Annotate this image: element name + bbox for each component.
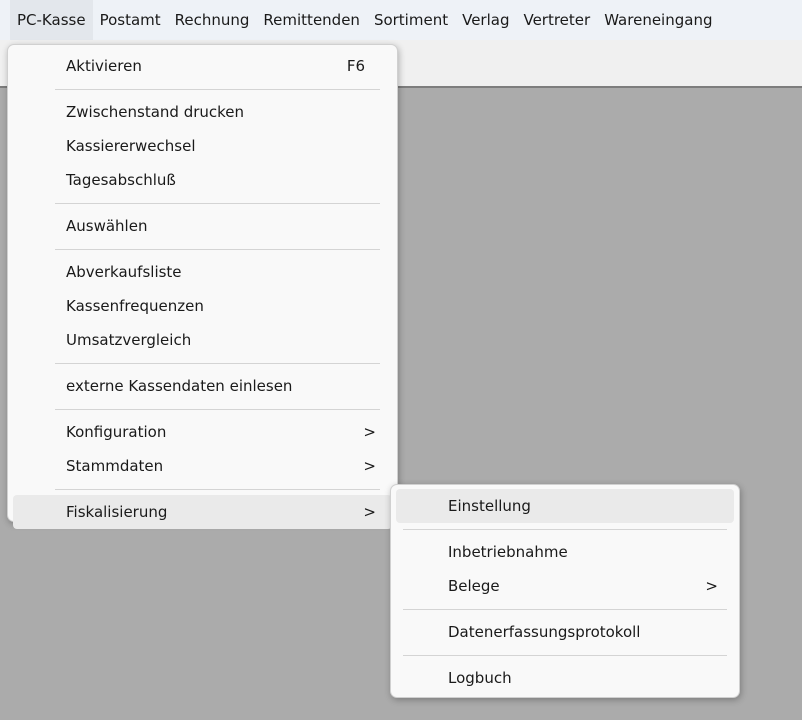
menu-item-konfiguration[interactable]: Konfiguration > [13,415,392,449]
chevron-right-icon: > [363,503,376,521]
menubar-item-postamt[interactable]: Postamt [93,0,168,40]
menu-item-abverkaufsliste[interactable]: Abverkaufsliste [13,255,392,289]
menubar-item-rechnung[interactable]: Rechnung [168,0,257,40]
menu-item-label: Tagesabschluß [66,171,176,189]
menu-item-stammdaten[interactable]: Stammdaten > [13,449,392,483]
menu-item-label: Abverkaufsliste [66,263,182,281]
pc-kasse-menu: Aktivieren F6 Zwischenstand drucken Kass… [7,44,398,529]
menu-separator [403,529,727,530]
menu-item-label: Stammdaten [66,457,164,475]
menu-item-inbetriebnahme[interactable]: Inbetriebnahme [396,535,734,569]
menu-item-label: Logbuch [448,669,512,687]
menu-item-label: Kassenfrequenzen [66,297,204,315]
chevron-right-icon: > [705,577,718,595]
fiskalisierung-submenu: Einstellung Inbetriebnahme Belege > Date… [390,484,740,698]
menu-item-label: Aktivieren [66,57,142,75]
menu-item-umsatzvergleich[interactable]: Umsatzvergleich [13,323,392,357]
menubar-item-verlag[interactable]: Verlag [455,0,516,40]
menu-item-label: Datenerfassungsprotokoll [448,623,641,641]
menu-item-label: Konfiguration [66,423,167,441]
menu-item-label: Einstellung [448,497,531,515]
menu-item-externe-kassendaten[interactable]: externe Kassendaten einlesen [13,369,392,403]
menu-item-label: Belege [448,577,500,595]
menu-item-fiskalisierung[interactable]: Fiskalisierung > [13,495,392,529]
menu-item-logbuch[interactable]: Logbuch [396,661,734,695]
menu-item-label: Kassiererwechsel [66,137,196,155]
menu-separator [403,655,727,656]
menu-separator [55,89,380,90]
menu-item-label: Umsatzvergleich [66,331,192,349]
chevron-right-icon: > [363,457,376,475]
menu-item-aktivieren[interactable]: Aktivieren F6 [13,49,392,83]
menu-item-kassenfrequenzen[interactable]: Kassenfrequenzen [13,289,392,323]
menubar-item-remittenden[interactable]: Remittenden [256,0,367,40]
menu-separator [55,203,380,204]
menu-separator [403,609,727,610]
menu-item-label: Fiskalisierung [66,503,168,521]
menu-item-belege[interactable]: Belege > [396,569,734,603]
menu-item-auswaehlen[interactable]: Auswählen [13,209,392,243]
menubar-item-vertreter[interactable]: Vertreter [516,0,597,40]
shortcut-label: F6 [346,57,365,75]
menu-bar: PC-Kasse Postamt Rechnung Remittenden So… [0,0,802,40]
menu-item-kassiererwechsel[interactable]: Kassiererwechsel [13,129,392,163]
menu-separator [55,249,380,250]
menubar-item-pc-kasse[interactable]: PC-Kasse [10,0,93,40]
menu-separator [55,489,380,490]
menubar-item-wareneingang[interactable]: Wareneingang [597,0,719,40]
menu-item-label: Zwischenstand drucken [66,103,245,121]
chevron-right-icon: > [363,423,376,441]
menubar-item-sortiment[interactable]: Sortiment [367,0,455,40]
menu-item-label: Auswählen [66,217,148,235]
menu-item-label: Inbetriebnahme [448,543,568,561]
menu-separator [55,363,380,364]
menu-item-zwischenstand-drucken[interactable]: Zwischenstand drucken [13,95,392,129]
menu-item-tagesabschluss[interactable]: Tagesabschluß [13,163,392,197]
menu-item-label: externe Kassendaten einlesen [66,377,293,395]
menu-item-datenerfassungsprotokoll[interactable]: Datenerfassungsprotokoll [396,615,734,649]
menu-separator [55,409,380,410]
menu-item-einstellung[interactable]: Einstellung [396,489,734,523]
